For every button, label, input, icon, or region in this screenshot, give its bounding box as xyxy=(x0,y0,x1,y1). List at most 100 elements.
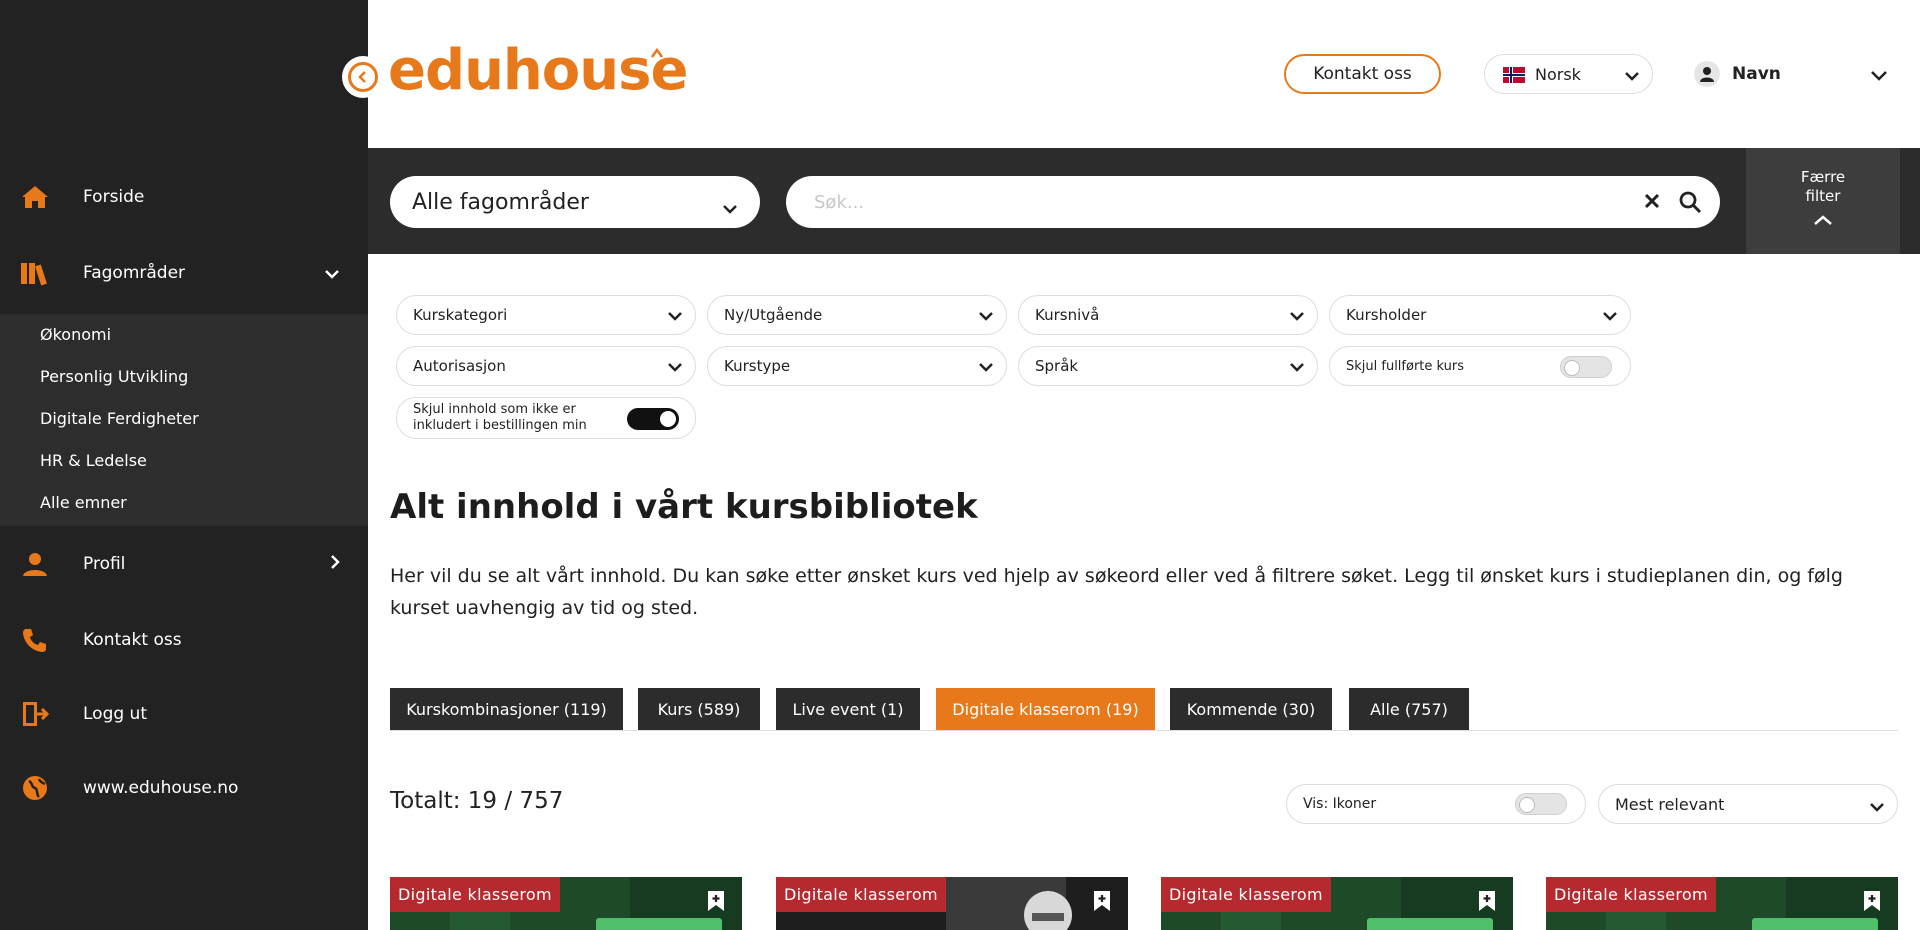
sidebar-item-kontakt[interactable]: Kontakt oss xyxy=(0,610,368,670)
course-card[interactable]: Digitale klasserom xyxy=(1161,877,1513,930)
language-select[interactable]: Norsk xyxy=(1484,54,1653,94)
bookmark-add-icon[interactable] xyxy=(706,890,726,912)
sidebar-item-label: Forside xyxy=(83,187,145,207)
norway-flag-icon xyxy=(1503,67,1525,83)
sidebar-item-website[interactable]: www.eduhouse.no xyxy=(0,758,368,818)
tabs-divider xyxy=(390,730,1898,731)
sidebar-subitem-hr-ledelse[interactable]: HR & Ledelse xyxy=(40,451,147,470)
books-icon xyxy=(20,258,50,288)
tab-digitale-klasserom[interactable]: Digitale klasserom (19) xyxy=(936,688,1155,731)
chevron-down-icon xyxy=(1869,798,1885,817)
skjul-fullforte-toggle[interactable] xyxy=(1560,356,1612,378)
skjul-innhold-toggle[interactable] xyxy=(627,408,679,430)
logout-icon xyxy=(20,699,50,729)
sidebar-item-label: Kontakt oss xyxy=(83,630,182,650)
filter-label: Kursnivå xyxy=(1035,306,1100,324)
chevron-down-icon xyxy=(667,308,683,326)
filter-label: Språk xyxy=(1035,357,1079,375)
subject-area-value: Alle fagområder xyxy=(412,189,589,215)
card-badge: Digitale klasserom xyxy=(390,877,560,912)
course-card[interactable]: Digitale klasserom xyxy=(776,877,1128,930)
search-icon[interactable] xyxy=(1678,190,1702,219)
sidebar-subitem-personlig-utvikling[interactable]: Personlig Utvikling xyxy=(40,367,188,386)
globe-icon xyxy=(20,773,50,803)
card-badge: Digitale klasserom xyxy=(1546,877,1716,912)
card-decoration xyxy=(1752,918,1878,930)
view-toggle-label: Vis: Ikoner xyxy=(1303,796,1377,812)
view-toggle: Vis: Ikoner xyxy=(1286,784,1586,824)
clear-icon[interactable] xyxy=(1644,193,1660,214)
filter-label: Ny/Utgående xyxy=(724,306,823,324)
subject-area-select[interactable]: Alle fagområder xyxy=(390,176,760,228)
chevron-down-icon xyxy=(1289,308,1305,326)
page-description: Her vil du se alt vårt innhold. Du kan s… xyxy=(390,565,1843,619)
contact-button[interactable]: Kontakt oss xyxy=(1284,54,1441,94)
chevron-left-icon xyxy=(348,62,378,92)
page-title: Alt innhold i vårt kursbibliotek xyxy=(390,487,978,527)
fewer-filter-button[interactable]: Færre filter xyxy=(1746,148,1900,254)
sidebar-item-forside[interactable]: Forside xyxy=(0,167,368,227)
card-badge: Digitale klasserom xyxy=(776,877,946,912)
tab-kurskombinasjoner[interactable]: Kurskombinasjoner (119) xyxy=(390,688,623,731)
toggle-knob xyxy=(1519,797,1535,813)
sidebar: Forside Fagområder Økonomi Personlig Utv… xyxy=(0,0,368,930)
chevron-down-icon xyxy=(978,308,994,326)
bookmark-add-icon[interactable] xyxy=(1477,890,1497,912)
chevron-down-icon xyxy=(722,196,738,221)
sidebar-item-label: Profil xyxy=(83,554,126,574)
filter-kursholder[interactable]: Kursholder xyxy=(1329,295,1631,335)
user-menu[interactable]: Navn xyxy=(1694,56,1894,92)
view-icons-toggle[interactable] xyxy=(1515,793,1567,815)
tab-alle[interactable]: Alle (757) xyxy=(1349,688,1469,731)
sidebar-item-logg-ut[interactable]: Logg ut xyxy=(0,684,368,744)
bookmark-add-icon[interactable] xyxy=(1862,890,1882,912)
chevron-down-icon xyxy=(1602,308,1618,326)
eduhouse-logo[interactable]: eduhouse xyxy=(388,38,688,103)
card-decoration xyxy=(1367,918,1493,930)
search-box xyxy=(786,176,1720,228)
sidebar-item-label: Logg ut xyxy=(83,704,147,724)
sidebar-subitem-digitale-ferdigheter[interactable]: Digitale Ferdigheter xyxy=(40,409,199,428)
phone-icon xyxy=(20,625,50,655)
filter-ny-utgaende[interactable]: Ny/Utgående xyxy=(707,295,1007,335)
filter-skjul-innhold: Skjul innhold som ikke er inkludert i be… xyxy=(396,397,696,439)
course-card[interactable]: Digitale klasserom xyxy=(390,877,742,930)
sort-select[interactable]: Mest relevant xyxy=(1598,784,1898,824)
tab-kommende[interactable]: Kommende (30) xyxy=(1170,688,1332,731)
tab-kurs[interactable]: Kurs (589) xyxy=(638,688,760,731)
toggle-knob xyxy=(660,411,676,427)
fewer-filter-label: Færre filter xyxy=(1800,168,1846,205)
home-icon xyxy=(20,182,50,212)
filter-autorisasjon[interactable]: Autorisasjon xyxy=(396,346,696,386)
avatar xyxy=(1694,61,1720,87)
tab-live-event[interactable]: Live event (1) xyxy=(776,688,920,731)
filter-label: Autorisasjon xyxy=(413,357,506,375)
filter-kursniva[interactable]: Kursnivå xyxy=(1018,295,1318,335)
card-decoration xyxy=(596,918,722,930)
bookmark-add-icon[interactable] xyxy=(1092,890,1112,912)
search-input[interactable] xyxy=(814,191,1594,213)
sidebar-subitem-alle-emner[interactable]: Alle emner xyxy=(40,493,127,512)
toggle-label: Skjul fullførte kurs xyxy=(1346,358,1465,374)
chevron-down-icon xyxy=(1624,67,1640,86)
toggle-knob xyxy=(1564,360,1580,376)
chevron-down-icon xyxy=(667,359,683,377)
sort-value: Mest relevant xyxy=(1615,794,1725,814)
user-name: Navn xyxy=(1732,64,1781,84)
chevron-down-icon xyxy=(978,359,994,377)
sidebar-item-fagomrader[interactable]: Fagområder xyxy=(0,243,368,303)
filter-kurstype[interactable]: Kurstype xyxy=(707,346,1007,386)
filter-kurskategori[interactable]: Kurskategori xyxy=(396,295,696,335)
chevron-down-icon xyxy=(1289,359,1305,377)
card-badge: Digitale klasserom xyxy=(1161,877,1331,912)
sidebar-subitem-okonomi[interactable]: Økonomi xyxy=(40,325,111,344)
language-label: Norsk xyxy=(1535,64,1581,84)
course-card[interactable]: Digitale klasserom xyxy=(1546,877,1898,930)
sidebar-item-label: Fagområder xyxy=(83,263,186,283)
search-bar: Alle fagområder Færre filter xyxy=(368,148,1920,254)
collapse-sidebar-button[interactable] xyxy=(342,56,384,98)
filter-skjul-fullforte: Skjul fullførte kurs xyxy=(1329,346,1631,386)
filter-sprak[interactable]: Språk xyxy=(1018,346,1318,386)
filter-label: Kurskategori xyxy=(413,306,508,324)
sidebar-item-profil[interactable]: Profil xyxy=(0,534,368,594)
